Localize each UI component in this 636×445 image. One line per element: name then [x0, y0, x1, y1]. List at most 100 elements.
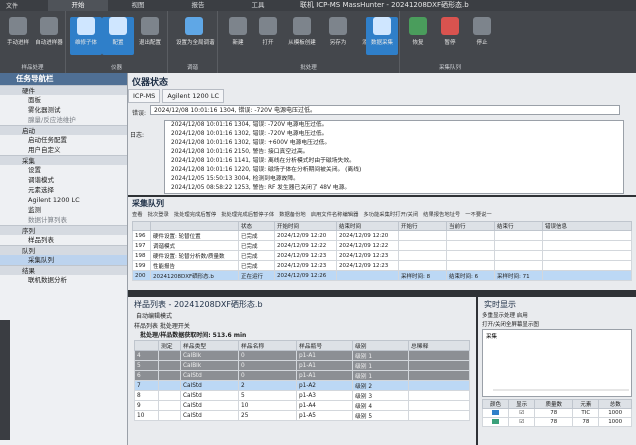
- nav-item-nebulizer-test[interactable]: 雾化器测试: [0, 105, 127, 115]
- nav-item-user-defined[interactable]: 用户自定义: [0, 145, 127, 155]
- queue-tb-item[interactable]: 批处理完成后暂停子体: [221, 211, 274, 220]
- nav-item-cell-maintenance[interactable]: 腺量/反应池维护: [0, 115, 127, 125]
- open-button[interactable]: 打开: [252, 17, 284, 55]
- nav-section-startup[interactable]: 启动: [0, 125, 127, 135]
- cell: 9: [134, 400, 159, 411]
- cell: p1-A3: [296, 390, 353, 401]
- cell: p1-A1: [296, 370, 353, 381]
- tab-icpms[interactable]: ICP-MS: [128, 89, 161, 103]
- nav-section-results[interactable]: 结果: [0, 265, 127, 275]
- instrument-icon: [77, 17, 95, 35]
- auto-edit-checkbox[interactable]: 自动编辑模式: [136, 311, 172, 320]
- cell: [158, 400, 181, 411]
- nav-item-lc[interactable]: Agilent 1200 LC: [0, 195, 127, 205]
- cell: [398, 240, 447, 251]
- cell: 级别 1: [352, 350, 409, 361]
- queue-tb-item[interactable]: 查看: [132, 211, 143, 220]
- data-acquisition-button[interactable]: 数据采集: [366, 17, 398, 55]
- nav-item-sample-list[interactable]: 样品列表: [0, 235, 127, 245]
- cell: 硬件设置: 轮替位置: [150, 230, 239, 241]
- queue-table: 状态 开始时间 结束时间 开始行 当前行 结束行 错误信息 196 硬件设置: …: [132, 221, 632, 281]
- table-row[interactable]: 8 CalStd 5 p1-A3 级别 3: [134, 390, 470, 401]
- table-row[interactable]: 10 CalStd 25 p1-A5 级别 5: [134, 410, 470, 421]
- new-button[interactable]: 新建: [222, 17, 254, 55]
- table-row[interactable]: 196 硬件设置: 轮替位置 已完成 2024/12/09 12:20 2024…: [132, 230, 632, 241]
- cell: 正在运行: [238, 270, 275, 281]
- queue-tb-item[interactable]: 一不要说一: [465, 211, 492, 220]
- realtime-toolbar-2[interactable]: 打开/关闭全屏幕显示图: [482, 320, 539, 328]
- cell: [494, 230, 543, 241]
- instrument-status-title: 仪器状态: [132, 78, 169, 88]
- queue-tb-item[interactable]: 启用文件名称编辑器: [311, 211, 359, 220]
- cell: 已完成: [238, 260, 275, 271]
- table-row[interactable]: 197 调谐模式 已完成 2024/12/09 12:22 2024/12/09…: [132, 240, 632, 251]
- log-label: 日志:: [130, 132, 145, 139]
- queue-tb-item[interactable]: 结果报告地址号: [423, 211, 460, 220]
- queue-tb-item[interactable]: 多功能采集时打开/关闭: [363, 211, 418, 220]
- manual-sampling-button[interactable]: 手动进样: [2, 17, 34, 55]
- nav-section-queue[interactable]: 队列: [0, 245, 127, 255]
- realtime-table: 颜色 显示 质量数 元素 总数 ☑ 78 TIC 1000 ☑ 78 78 10…: [481, 399, 632, 427]
- tune-icon: [185, 17, 203, 35]
- set-global-tune-button[interactable]: 设置为全局调谐: [176, 17, 215, 55]
- table-row-current[interactable]: 200 20241208DXF硒形态.b 正在运行 2024/12/09 12:…: [132, 270, 632, 281]
- table-row[interactable]: 4 CalBlk 0 p1-A1 级别 1: [134, 350, 470, 361]
- cell: 4: [134, 350, 159, 361]
- status-log[interactable]: 2024/12/08 10:01:16 1304, 错误: -720V 电源电压…: [164, 120, 624, 194]
- queue-tb-item[interactable]: 批处理完成后暂停: [174, 211, 216, 220]
- table-row[interactable]: 198 硬件设置: 轮替分析数/质量数 已完成 2024/12/09 12:23…: [132, 250, 632, 261]
- queue-tb-item[interactable]: 批次登录: [148, 211, 169, 220]
- nav-item-element-select[interactable]: 元素选择: [0, 185, 127, 195]
- sample-col: 总稀释: [408, 340, 470, 351]
- nav-item-tune-mode[interactable]: 调谐模式: [0, 175, 127, 185]
- create-from-template-button[interactable]: 从模板创建: [282, 17, 322, 55]
- nav-item-startup-config[interactable]: 启动任务配置: [0, 135, 127, 145]
- table-row-current[interactable]: 7 CalStd 2 p1-A2 级别 2: [134, 380, 470, 391]
- ribbon-tab-view[interactable]: 视图: [108, 0, 168, 11]
- config-button[interactable]: 配置: [102, 17, 134, 55]
- table-row[interactable]: 199 性能报告 已完成 2024/12/09 12:23 2024/12/09…: [132, 260, 632, 271]
- table-row[interactable]: ☑ 78 TIC 1000: [481, 408, 632, 418]
- autosampler-button[interactable]: 自动进样器: [33, 17, 65, 55]
- ribbon-tab-start[interactable]: 开始: [48, 0, 108, 11]
- nav-item-monitor[interactable]: 监测: [0, 205, 127, 215]
- nav-section-hardware[interactable]: 硬件: [0, 85, 127, 95]
- nav-section-acquisition[interactable]: 采集: [0, 155, 127, 165]
- nav-item-setup[interactable]: 设置: [0, 165, 127, 175]
- rt-col: 总数: [598, 399, 632, 409]
- table-row[interactable]: 9 CalStd 10 p1-A4 级别 4: [134, 400, 470, 411]
- resume-button[interactable]: 恢复: [402, 17, 434, 55]
- pause-button[interactable]: 暂停: [434, 17, 466, 55]
- cell: 2024/12/09 12:23: [274, 260, 337, 271]
- cell: 20241208DXF硒形态.b: [150, 270, 239, 281]
- cell: 2024/12/09 12:26: [274, 270, 337, 281]
- maintain-subsystem-button[interactable]: 维修子体: [70, 17, 102, 55]
- exit-config-button[interactable]: 退出配置: [134, 17, 166, 55]
- table-row[interactable]: 5 CalBlk 0 p1-A1 级别 1: [134, 360, 470, 371]
- cell: [398, 260, 447, 271]
- cell: [446, 230, 495, 241]
- nav-section-sequence[interactable]: 序列: [0, 225, 127, 235]
- cell: p1-A5: [296, 410, 353, 421]
- realtime-toolbar[interactable]: 多重显示处理 启用: [482, 311, 528, 319]
- nav-item-data-calc[interactable]: 数据计算列表: [0, 215, 127, 225]
- ribbon: 手动进样 自动进样器 样品处理 维修子体 配置 退出配置 仪器 设置为全局调谐 …: [0, 11, 636, 73]
- tab-lc[interactable]: Agilent 1200 LC: [162, 89, 224, 103]
- sample-col: 样品类型: [180, 340, 239, 351]
- file-tab[interactable]: 文件: [6, 1, 18, 10]
- queue-col: 开始行: [398, 221, 447, 231]
- nav-item-acq-queue[interactable]: 采集队列: [0, 255, 127, 265]
- stop-button[interactable]: 停止: [466, 17, 498, 55]
- ribbon-tab-report[interactable]: 报告: [168, 0, 228, 11]
- queue-tb-item[interactable]: 数据备份地: [279, 211, 306, 220]
- nav-item-panel[interactable]: 面板: [0, 95, 127, 105]
- cell: CalStd: [180, 390, 239, 401]
- save-as-button[interactable]: 另存为: [322, 17, 354, 55]
- table-row[interactable]: 6 CalStd 0 p1-A1 级别 1: [134, 370, 470, 381]
- table-row[interactable]: ☑ 78 78 1000: [481, 417, 632, 427]
- title-bar: 文件 开始 视图 报告 工具 联机 ICP-MS MassHunter - 20…: [0, 0, 636, 11]
- nav-item-online-analysis[interactable]: 联机数据分析: [0, 275, 127, 285]
- sample-list-tabs[interactable]: 样品列表 批处理开关: [134, 321, 190, 330]
- cell: [542, 250, 632, 261]
- ribbon-tab-tools[interactable]: 工具: [228, 0, 288, 11]
